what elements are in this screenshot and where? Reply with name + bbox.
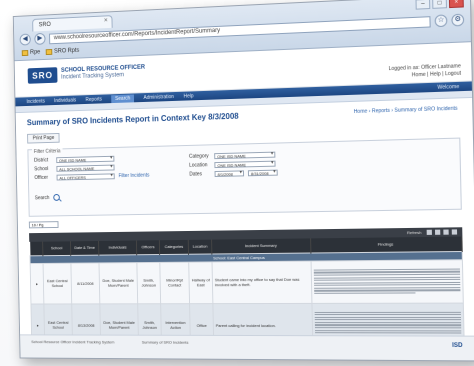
search-icon[interactable] [53, 193, 60, 201]
menu-item[interactable]: Help [183, 93, 193, 99]
brand-text: SCHOOL RESOURCE OFFICER Incident Trackin… [61, 65, 145, 82]
site-logo[interactable]: SRO [27, 67, 58, 84]
maximize-icon[interactable]: □ [432, 0, 448, 9]
col-header-officers[interactable]: Officers [136, 240, 160, 255]
col-header-school[interactable]: School [42, 241, 71, 256]
footer-col-1: School Resource Officer Incident Trackin… [31, 339, 115, 345]
folder-icon [21, 50, 29, 57]
cell-date: 8/11/2008 [70, 262, 100, 304]
category-select[interactable]: ONE ISD NAME [214, 151, 276, 160]
search-row: Search [34, 193, 60, 201]
menu-item[interactable]: Individuals [54, 97, 76, 104]
web-page: SRO SCHOOL RESOURCE OFFICER Incident Tra… [14, 42, 474, 361]
cell-summary: Student came into my office to say that … [212, 260, 312, 304]
settings-icon[interactable] [451, 229, 458, 235]
dates-filter: Dates 8/1/2008 8/31/2008 [189, 169, 278, 178]
officer-label: Officer [34, 174, 49, 181]
date-to-field[interactable]: 8/31/2008 [247, 169, 278, 177]
school-select[interactable]: ALL SCHOOL NAME [56, 164, 115, 172]
folder-icon [45, 48, 53, 56]
col-header-findings[interactable]: Findings [310, 236, 463, 253]
menu-item[interactable]: Incidents [26, 98, 45, 104]
district-filter: District ONE ISD NAME [34, 155, 115, 164]
expand-icon[interactable]: ▸ [30, 262, 44, 304]
star-icon[interactable]: ☆ [434, 14, 448, 28]
cell-officers: Smith, Johnson [136, 261, 161, 304]
col-header-individuals[interactable]: Individuals [98, 240, 137, 255]
menu-item[interactable]: Reports [85, 96, 102, 102]
date-from-field[interactable]: 8/1/2008 [214, 170, 245, 178]
page-size-select[interactable]: 10 / Pg [28, 221, 59, 229]
print-button[interactable]: Print Page [27, 132, 60, 144]
dates-label: Dates [189, 171, 203, 178]
main-content: Summary of SRO Incidents Report in Conte… [16, 98, 474, 355]
bookmark-label: Rpe [30, 49, 41, 56]
col-header-expand [29, 241, 43, 256]
export-icon[interactable] [434, 229, 441, 235]
menu-welcome: Welcome [437, 83, 460, 91]
page-footer: School Resource Officer Incident Trackin… [20, 334, 474, 361]
browser-window: SRO × – □ × ◀ ▶ www.schoolresourceoffice… [12, 0, 474, 362]
category-label: Category [188, 153, 209, 160]
search-label: Search [34, 194, 50, 201]
school-filter: School ALL SCHOOL NAME [34, 164, 115, 173]
forward-icon[interactable]: ▶ [34, 32, 46, 45]
table-row[interactable]: ▸ East Central School 8/11/2008 Doe, Stu… [30, 259, 464, 304]
school-label: School [34, 166, 49, 173]
district-label: District [34, 157, 49, 164]
findings-text-block [313, 268, 461, 295]
incidents-table: School Date & Time Individuals Officers … [29, 236, 465, 349]
location-filter: Location ONE ISD NAME [189, 160, 276, 169]
location-label: Location [189, 162, 208, 169]
cell-categories: Minor/Rpt Contact [159, 261, 190, 304]
bookmark-item[interactable]: Rpe [21, 49, 41, 57]
cell-school: East Central School [43, 262, 72, 304]
cell-individuals: Doe, Student Male Mom/Parent [98, 262, 138, 304]
district-select[interactable]: ONE ISD NAME [56, 155, 115, 164]
filter-legend: Filter Criteria [32, 148, 63, 155]
refresh-label[interactable]: Refresh [407, 230, 422, 235]
menu-item-active[interactable]: Search [111, 93, 135, 103]
officer-filter: Officer ALL OFFICERS Filter Incidents [34, 173, 149, 181]
bookmark-item[interactable]: SRO Rpts [45, 47, 80, 56]
wrench-icon[interactable]: ⚙ [451, 13, 465, 27]
col-header-summary[interactable]: Incident Summary [211, 238, 311, 254]
col-header-location[interactable]: Location [188, 239, 212, 254]
screenshot-stage: SRO × – □ × ◀ ▶ www.schoolresourceoffice… [0, 0, 474, 366]
bookmark-label: SRO Rpts [54, 47, 80, 55]
tab-close-icon[interactable]: × [104, 17, 108, 24]
cell-location: Hallway of East [188, 261, 213, 304]
menu-item[interactable]: Administration [143, 94, 174, 101]
close-icon[interactable]: × [448, 0, 464, 9]
minimize-icon[interactable]: – [415, 0, 431, 10]
cell-findings [311, 259, 464, 303]
refresh-icon[interactable] [426, 229, 432, 235]
col-header-categories[interactable]: Categories [159, 239, 189, 255]
browser-tab-title: SRO [38, 21, 51, 29]
filter-link[interactable]: Filter Incidents [118, 173, 149, 180]
filter-panel: Filter Criteria District ONE ISD NAME Sc… [27, 137, 462, 217]
print-icon[interactable] [443, 229, 449, 235]
footer-logo: ISD [452, 342, 463, 350]
window-controls: – □ × [415, 0, 464, 10]
location-select[interactable]: ONE ISD NAME [214, 160, 276, 169]
col-header-date[interactable]: Date & Time [70, 240, 99, 255]
category-filter: Category ONE ISD NAME [188, 151, 276, 160]
back-icon[interactable]: ◀ [19, 33, 31, 46]
officer-select[interactable]: ALL OFFICERS [56, 173, 115, 181]
user-info: Logged in as: Officer Lastname Home | He… [389, 63, 462, 80]
footer-col-2: Summary of SRO Incidents [141, 339, 189, 345]
